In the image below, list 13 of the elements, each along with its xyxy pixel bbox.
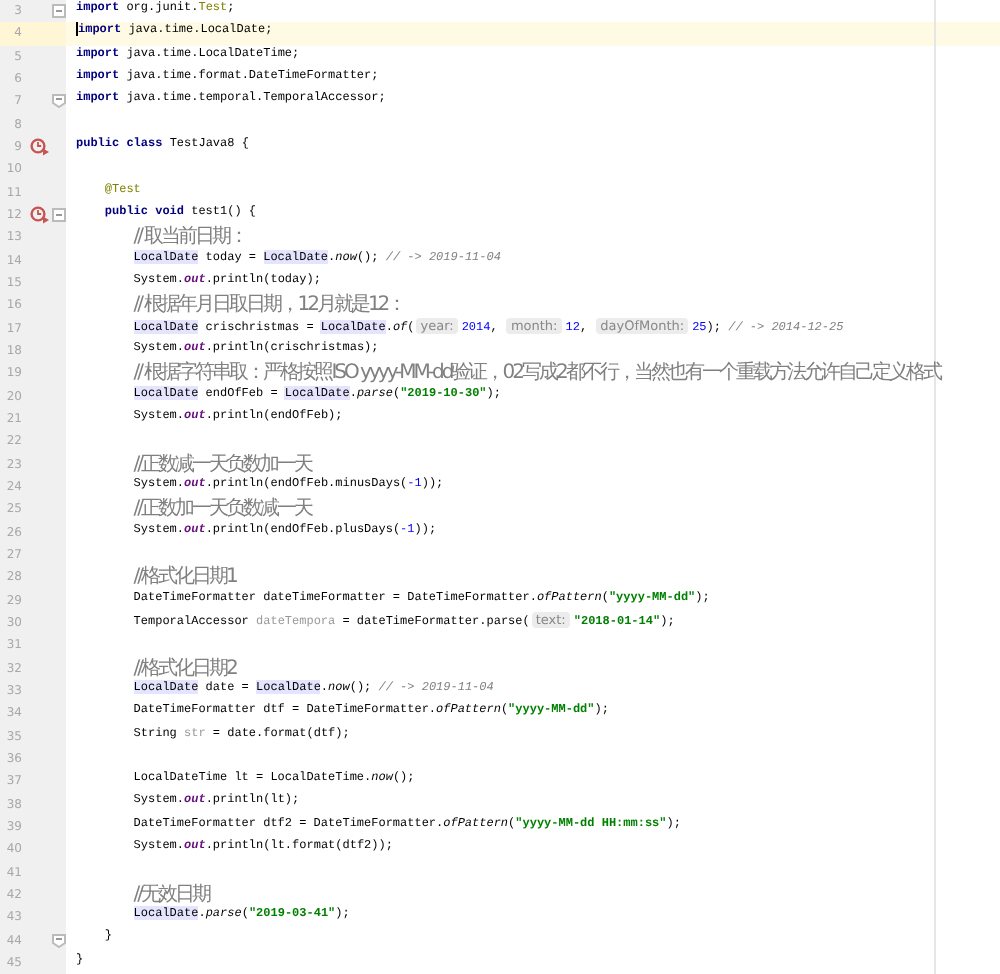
fold-icon[interactable] (52, 933, 66, 948)
code-line: //正数减一天负数加一天 (133, 453, 312, 468)
fold-icon[interactable] (52, 4, 66, 19)
code-line: //格式化日期2 (133, 657, 236, 672)
run-icon[interactable] (30, 206, 50, 225)
code-line: // 取当前日期： (133, 226, 247, 241)
fold-icon[interactable] (52, 94, 66, 109)
code-line: //无效日期 (133, 883, 210, 898)
run-icon[interactable] (30, 138, 50, 157)
code-line: //正数加一天负数减一天 (133, 498, 312, 513)
code-line: //格式化日期1 (133, 566, 236, 581)
fold-icon[interactable] (52, 208, 66, 223)
code-line: // 根据年月日取日期，12月就是12： (133, 294, 405, 309)
